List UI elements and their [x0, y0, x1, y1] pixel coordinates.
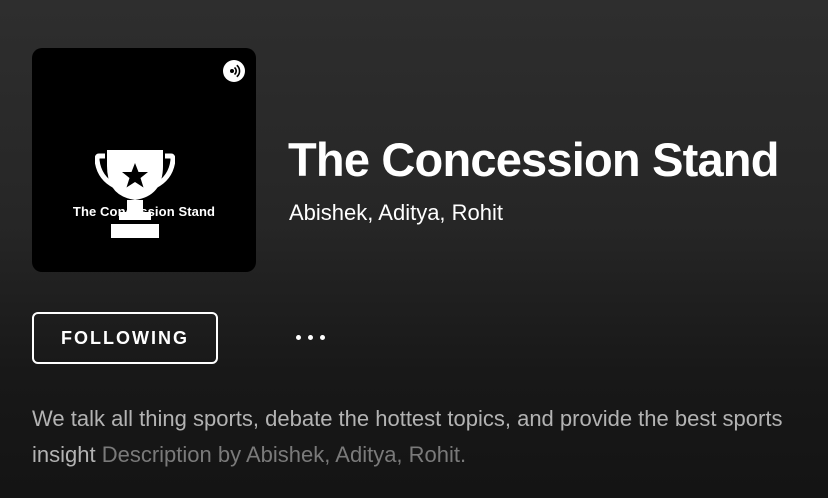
more-horizontal-icon	[295, 334, 301, 340]
podcast-cover-art: The Concession Stand	[32, 48, 256, 272]
trophy-icon	[95, 150, 175, 238]
more-horizontal-icon	[307, 334, 313, 340]
podcast-description: We talk all thing sports, debate the hot…	[32, 401, 792, 473]
more-options-button[interactable]	[286, 322, 334, 352]
podcast-authors[interactable]: Abishek, Aditya, Rohit	[289, 200, 503, 226]
anchor-logo-icon	[223, 60, 245, 82]
cover-title-text: The Concession Stand	[72, 204, 216, 219]
more-horizontal-icon	[319, 334, 325, 340]
description-attribution: Description by Abishek, Aditya, Rohit.	[101, 442, 467, 467]
podcast-title: The Concession Stand	[288, 133, 779, 186]
following-button[interactable]: FOLLOWING	[32, 312, 218, 364]
